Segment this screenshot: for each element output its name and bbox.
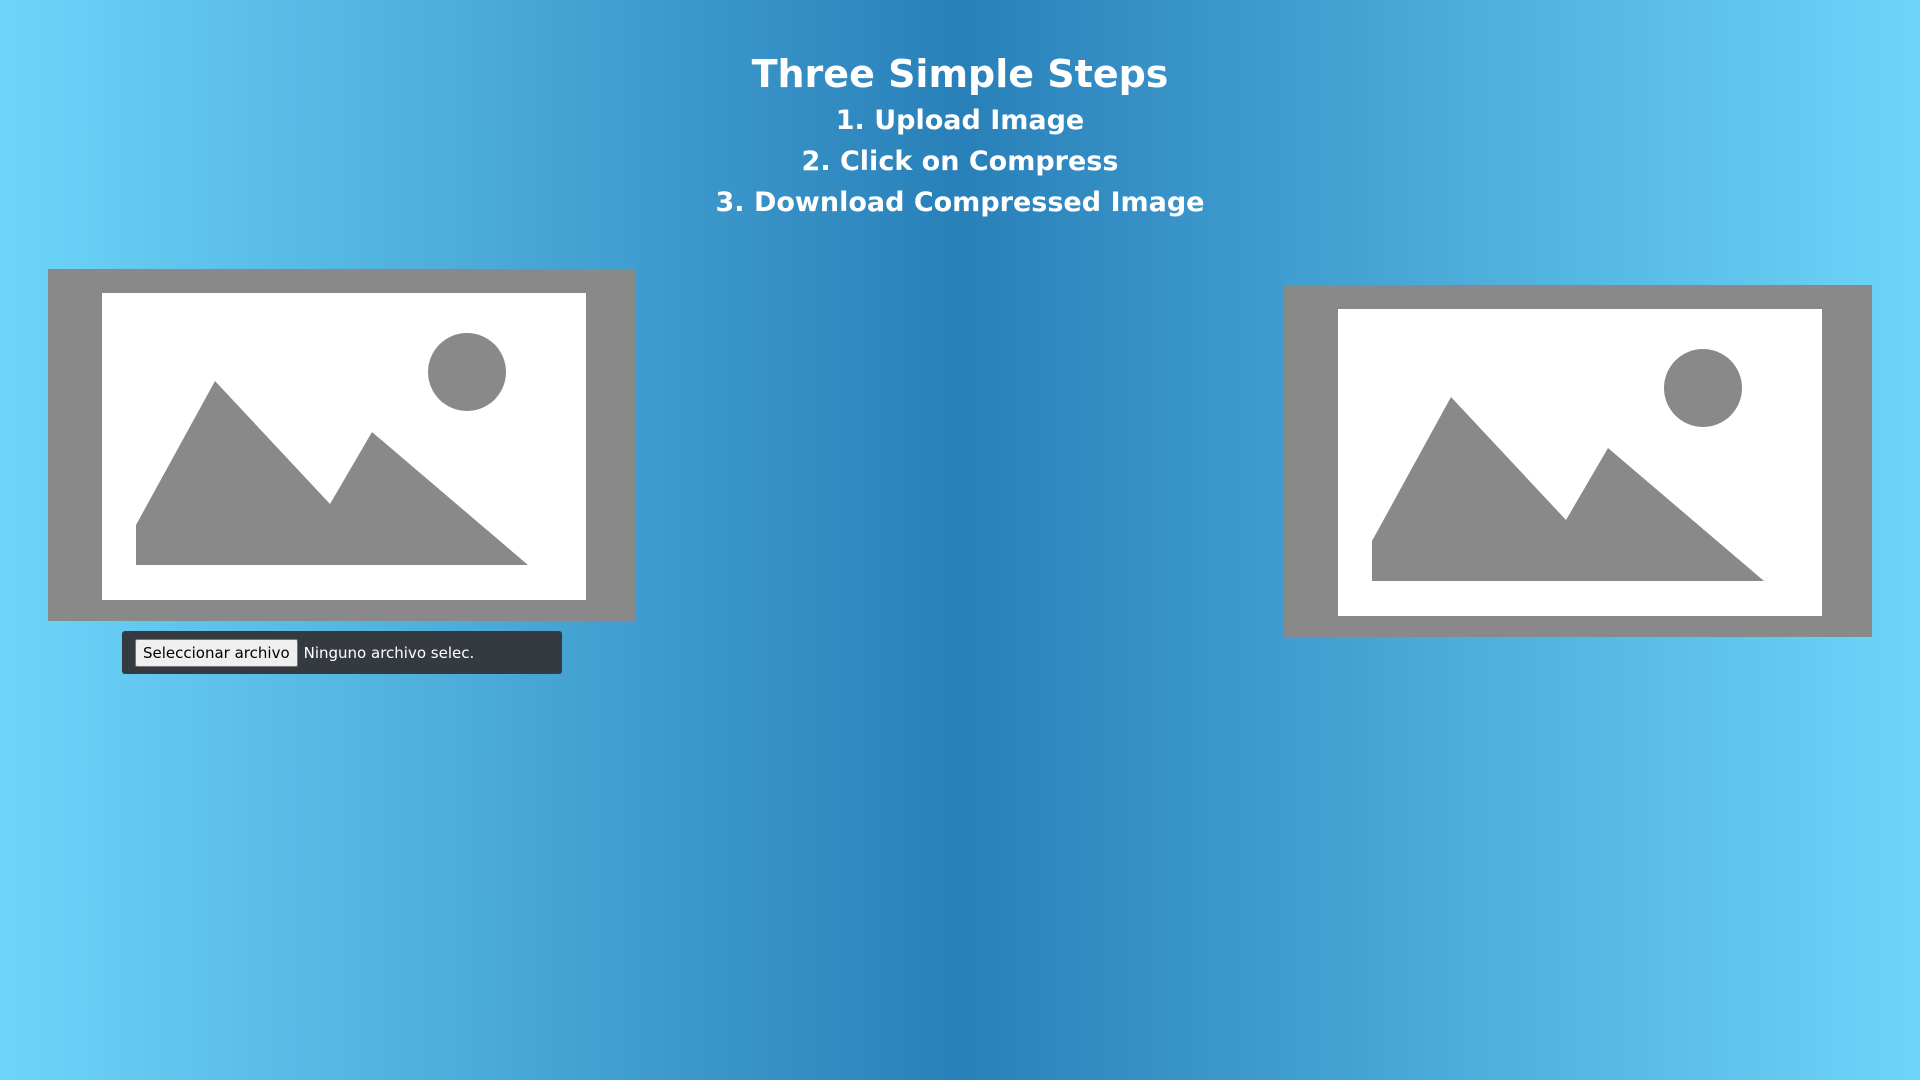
choose-file-button[interactable]: Seleccionar archivo <box>135 638 298 667</box>
file-status-text: Ninguno archivo selec. <box>303 643 475 662</box>
page-title: Three Simple Steps <box>751 52 1169 96</box>
image-placeholder-icon <box>1338 309 1822 616</box>
step-compress: 2. Click on Compress <box>801 146 1119 177</box>
step-upload: 1. Upload Image <box>835 105 1085 136</box>
original-image-preview <box>48 269 636 621</box>
compressed-image-preview <box>1284 285 1872 637</box>
image-placeholder-icon <box>102 293 586 600</box>
steps-header: Three Simple Steps 1. Upload Image 2. Cl… <box>0 48 1920 223</box>
file-upload-field[interactable]: Seleccionar archivo Ninguno archivo sele… <box>122 631 562 674</box>
step-download: 3. Download Compressed Image <box>715 187 1205 218</box>
